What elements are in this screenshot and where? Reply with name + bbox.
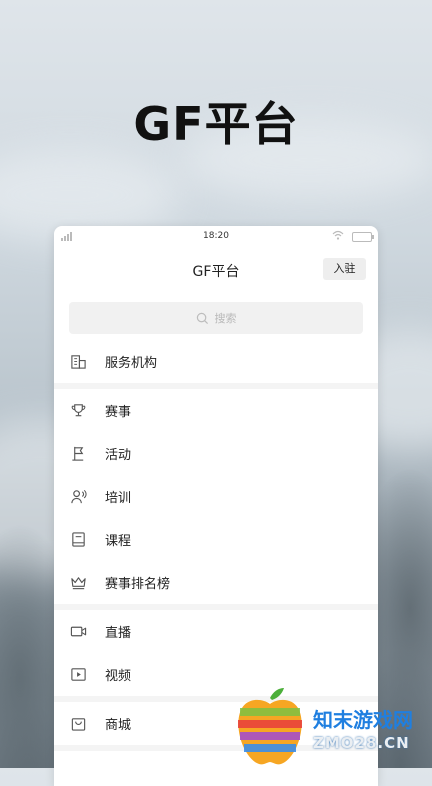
menu-item-courses[interactable]: 课程 — [54, 518, 378, 561]
join-button[interactable]: 入驻 — [323, 258, 366, 280]
navbar: GF平台 入驻 — [54, 248, 378, 292]
menu-label: 直播 — [105, 626, 132, 641]
shopping-bag-icon — [69, 715, 87, 733]
menu-item-live[interactable]: 直播 — [54, 610, 378, 653]
menu-list: 服务机构 赛事 活动 培训 课程 赛事排名榜 直播 视频 商城 — [54, 340, 378, 751]
trophy-icon — [69, 402, 87, 420]
menu-label: 商城 — [105, 718, 132, 733]
trainer-icon — [69, 488, 87, 506]
menu-item-activities[interactable]: 活动 — [54, 432, 378, 475]
menu-label: 赛事 — [105, 405, 132, 420]
wifi-icon — [332, 230, 344, 240]
search-input[interactable]: 搜索 — [69, 302, 363, 334]
status-bar: 18:20 — [54, 226, 378, 248]
crown-icon — [69, 574, 87, 592]
menu-item-events[interactable]: 赛事 — [54, 389, 378, 432]
status-time: 18:20 — [203, 231, 229, 241]
search-placeholder: 搜索 — [214, 312, 237, 325]
menu-label: 活动 — [105, 448, 132, 463]
menu-item-training[interactable]: 培训 — [54, 475, 378, 518]
video-camera-icon — [69, 623, 87, 641]
menu-item-videos[interactable]: 视频 — [54, 653, 378, 696]
menu-item-service-org[interactable]: 服务机构 — [54, 340, 378, 383]
play-icon — [69, 666, 87, 684]
menu-label: 视频 — [105, 669, 132, 684]
watermark-url: ZMO28.CN — [313, 734, 410, 752]
building-icon — [69, 353, 87, 371]
menu-label: 培训 — [105, 491, 132, 506]
menu-label: 赛事排名榜 — [105, 577, 171, 592]
hero-title: GF平台 — [133, 97, 299, 151]
battery-icon — [352, 232, 374, 242]
search-icon — [196, 312, 208, 324]
watermark-name: 知末游戏网 — [313, 708, 413, 732]
menu-label: 服务机构 — [105, 356, 158, 371]
book-icon — [69, 531, 87, 549]
apple-logo-icon — [238, 688, 302, 765]
menu-item-rankings[interactable]: 赛事排名榜 — [54, 561, 378, 604]
phone-mockup: 18:20 GF平台 入驻 搜索 服务机构 赛事 活动 培训 课程 赛事排名榜 … — [54, 226, 378, 786]
menu-label: 课程 — [105, 534, 132, 549]
flag-icon — [69, 445, 87, 463]
